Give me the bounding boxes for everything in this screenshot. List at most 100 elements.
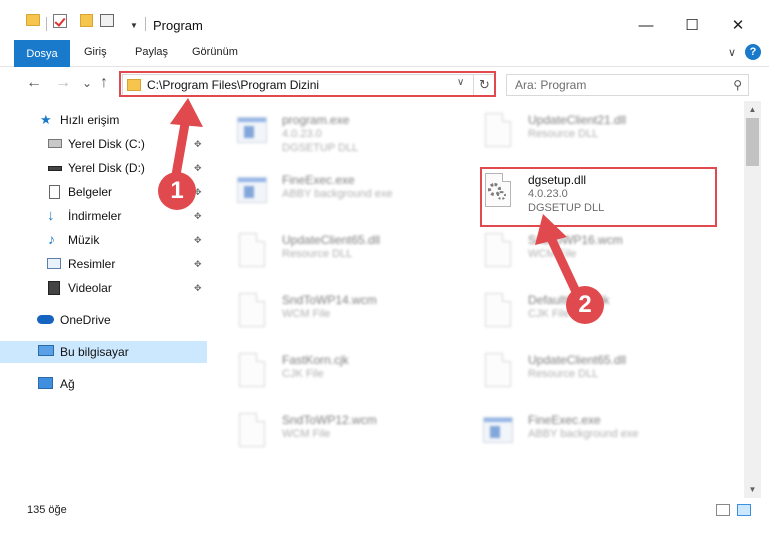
sidebar-item-local-disk-c[interactable]: Yerel Disk (C:) ✥ — [0, 133, 207, 155]
folder-icon — [26, 14, 40, 26]
divider — [46, 17, 47, 31]
sidebar-item-music[interactable]: ♪ Müzik ✥ — [0, 229, 207, 251]
file-name: UpdateClient21.dll — [528, 113, 627, 127]
download-icon: ↓ — [47, 207, 55, 224]
file-item[interactable]: program.exe 4.0.23.0 DGSETUP DLL — [210, 103, 460, 159]
file-name: UpdateClient65.dll — [528, 353, 627, 367]
tiles-view-icon[interactable] — [737, 504, 751, 516]
sidebar-item-label: Ağ — [60, 377, 75, 391]
ribbon-tabs: Dosya Giriş Paylaş Görünüm ∨ ? — [0, 40, 769, 67]
file-name: FastKorn.cjk — [282, 353, 349, 367]
close-button[interactable]: ✕ — [715, 10, 761, 40]
file-item[interactable]: FineExec.exe ABBY background exe — [456, 403, 706, 459]
exe-icon — [235, 111, 267, 151]
file-name: SndToWP12.wcm — [282, 413, 377, 427]
sidebar-item-label: OneDrive — [60, 313, 111, 327]
file-item[interactable]: UpdateClient65.dll Resource DLL — [210, 223, 460, 279]
sidebar-item-network[interactable]: Ağ — [0, 373, 207, 395]
tab-file[interactable]: Dosya — [14, 40, 70, 67]
pin-icon[interactable]: ✥ — [194, 211, 202, 222]
search-icon[interactable]: ⚲ — [733, 78, 742, 92]
pin-icon[interactable]: ✥ — [194, 259, 202, 270]
expand-ribbon-icon[interactable]: ∨ — [728, 46, 736, 59]
scroll-down-icon[interactable]: ▼ — [744, 481, 761, 498]
file-icon — [235, 291, 267, 331]
properties-icon[interactable] — [100, 14, 114, 27]
file-type: Resource DLL — [282, 248, 353, 260]
sidebar-item-pictures[interactable]: Resimler ✥ — [0, 253, 207, 275]
scroll-thumb[interactable] — [746, 118, 759, 166]
recent-locations-icon[interactable]: ⌄ — [82, 76, 92, 90]
star-icon: ★ — [40, 112, 52, 127]
file-item[interactable]: SndToWP14.wcm WCM File — [210, 283, 460, 339]
file-item[interactable]: FastKorn.cjk CJK File — [210, 343, 460, 399]
divider — [145, 17, 146, 31]
file-type: ABBY background exe — [282, 188, 393, 200]
file-item[interactable]: SndToWP12.wcm WCM File — [210, 403, 460, 459]
navigation-pane: ★ Hızlı erişim Yerel Disk (C:) ✥ Yerel D… — [0, 101, 207, 498]
file-type: CJK File — [282, 368, 324, 380]
file-item[interactable]: UpdateClient65.dll Resource DLL — [456, 343, 706, 399]
title-bar: ▼ Program — ☐ ✕ — [0, 0, 769, 40]
tab-home[interactable]: Giriş — [84, 46, 107, 58]
pin-icon[interactable]: ✥ — [194, 235, 202, 246]
up-arrow-icon[interactable]: ↑ — [100, 74, 108, 92]
sidebar-item-label: Belgeler — [68, 185, 113, 199]
file-name: FineExec.exe — [528, 413, 601, 427]
file-type: Resource DLL — [528, 128, 599, 140]
file-name: SndToWP16.wcm — [528, 233, 623, 247]
status-bar: 135 öğe — [0, 498, 769, 534]
tab-view[interactable]: Görünüm — [192, 46, 238, 58]
vertical-scrollbar[interactable]: ▲ ▼ — [744, 101, 761, 498]
sidebar-item-this-pc[interactable]: Bu bilgisayar — [0, 341, 207, 363]
documents-icon — [49, 185, 60, 199]
exe-icon — [481, 411, 513, 451]
file-type: WCM File — [282, 428, 331, 440]
file-item[interactable]: FineExec.exe ABBY background exe — [210, 163, 460, 219]
item-count: 135 öğe — [27, 504, 67, 516]
file-icon — [235, 351, 267, 391]
file-highlight-box — [480, 167, 717, 227]
network-icon — [38, 377, 53, 389]
properties-check-icon[interactable] — [53, 14, 67, 28]
file-icon — [235, 411, 267, 451]
back-arrow-icon[interactable]: ← — [26, 74, 42, 92]
file-item[interactable]: SndToWP16.wcm WCM File — [456, 223, 706, 279]
file-version: 4.0.23.0 — [282, 128, 322, 140]
tab-share[interactable]: Paylaş — [135, 46, 168, 58]
search-input[interactable]: Ara: Program ⚲ — [506, 74, 749, 96]
sidebar-item-label: Resimler — [68, 257, 116, 271]
cloud-icon — [37, 315, 54, 324]
file-type: Resource DLL — [528, 368, 599, 380]
forward-arrow-icon[interactable]: → — [55, 74, 71, 92]
sidebar-item-videos[interactable]: Videolar ✥ — [0, 277, 207, 299]
drive-icon — [48, 166, 62, 171]
sidebar-item-label: Bu bilgisayar — [60, 345, 129, 359]
pin-icon[interactable]: ✥ — [194, 163, 202, 174]
sidebar-item-quick-access[interactable]: ★ Hızlı erişim — [0, 109, 207, 131]
dll-icon — [481, 351, 513, 391]
scroll-up-icon[interactable]: ▲ — [744, 101, 761, 118]
pin-icon[interactable]: ✥ — [194, 283, 202, 294]
exe-icon — [235, 171, 267, 211]
file-type: ABBY background exe — [528, 428, 639, 440]
drive-icon — [48, 139, 62, 148]
videos-icon — [48, 281, 60, 295]
sidebar-item-label: Videolar — [68, 281, 112, 295]
sidebar-item-onedrive[interactable]: OneDrive — [0, 309, 207, 331]
dll-icon — [235, 231, 267, 271]
maximize-button[interactable]: ☐ — [669, 10, 715, 40]
minimize-button[interactable]: — — [623, 10, 669, 40]
details-view-icon[interactable] — [716, 504, 730, 516]
pin-icon[interactable]: ✥ — [194, 139, 202, 150]
file-list: program.exe 4.0.23.0 DGSETUP DLL FineExe… — [210, 101, 744, 498]
new-folder-icon[interactable] — [80, 14, 93, 27]
help-icon[interactable]: ? — [745, 44, 761, 60]
file-type: WCM File — [528, 248, 577, 260]
file-item[interactable]: UpdateClient21.dll Resource DLL — [456, 103, 706, 159]
customize-toolbar-dropdown[interactable]: ▼ — [130, 14, 138, 36]
window-title: Program — [153, 18, 203, 33]
file-icon — [481, 231, 513, 271]
step-2-badge: 2 — [566, 286, 604, 324]
file-name: UpdateClient65.dll — [282, 233, 381, 247]
